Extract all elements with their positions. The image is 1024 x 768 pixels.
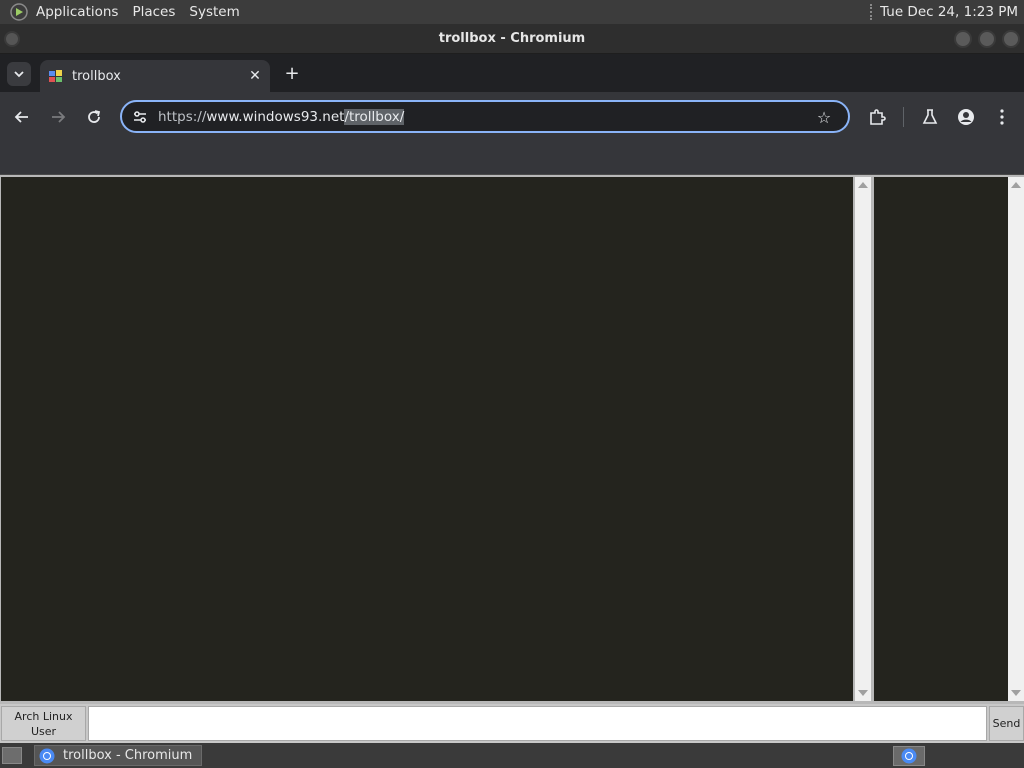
chromium-icon: [39, 748, 55, 763]
tab-trollbox[interactable]: trollbox ✕: [40, 60, 270, 92]
menu-applications[interactable]: Applications: [36, 4, 118, 20]
chevron-down-icon: [14, 71, 24, 78]
labs-button[interactable]: [918, 105, 942, 129]
url-scheme: https://: [158, 108, 207, 125]
site-info-button[interactable]: [130, 107, 150, 127]
taskbar-item-label: trollbox - Chromium: [63, 748, 193, 763]
message-input[interactable]: [88, 706, 987, 741]
flask-icon: [922, 109, 938, 124]
show-desktop-icon[interactable]: [2, 747, 22, 764]
taskbar-item-chromium[interactable]: trollbox - Chromium: [34, 745, 202, 766]
scroll-up-arrow-icon[interactable]: [1011, 182, 1021, 188]
window-title: trollbox - Chromium: [438, 31, 586, 46]
chat-messages[interactable]: [1, 177, 853, 701]
arrow-right-icon: [52, 111, 66, 123]
windows93-favicon-icon: [49, 70, 62, 82]
page-content: Arch Linux User Send: [0, 175, 1024, 743]
chat-scrollbar[interactable]: [855, 177, 871, 701]
browser-toolbar: https://www.windows93.net/trollbox/ ☆: [0, 92, 1024, 142]
panel-separator: [870, 4, 874, 20]
menu-system[interactable]: System: [189, 4, 239, 20]
browser-menu-button[interactable]: [990, 105, 1014, 129]
window-titlebar[interactable]: trollbox - Chromium: [0, 24, 1024, 54]
reload-icon: [88, 110, 101, 123]
forward-button[interactable]: [46, 105, 70, 129]
puzzle-icon: [870, 109, 886, 125]
url-path-selected: /trollbox/: [344, 108, 405, 125]
close-icon[interactable]: ✕: [246, 67, 264, 85]
chat-input-row: Arch Linux User Send: [0, 704, 1024, 743]
maximize-button[interactable]: [978, 30, 996, 48]
user-list-scrollbar[interactable]: [1008, 177, 1024, 701]
chromium-icon: [901, 748, 917, 764]
person-icon: [958, 109, 974, 125]
scroll-down-arrow-icon[interactable]: [858, 690, 868, 696]
close-window-button[interactable]: [1002, 30, 1020, 48]
scroll-up-arrow-icon[interactable]: [858, 182, 868, 188]
menu-places[interactable]: Places: [132, 4, 175, 20]
toolbar-divider: [903, 107, 904, 127]
window-controls: [954, 30, 1020, 48]
user-list[interactable]: [874, 177, 1008, 701]
window-menu-button[interactable]: [4, 31, 20, 47]
tray-chromium-icon[interactable]: [893, 746, 925, 766]
profile-button[interactable]: [954, 105, 978, 129]
extensions-button[interactable]: [865, 105, 889, 129]
top-panel: Applications Places System Tue Dec 24, 1…: [0, 0, 1024, 24]
arrow-left-icon: [14, 111, 28, 123]
panel-clock[interactable]: Tue Dec 24, 1:23 PM: [880, 4, 1018, 20]
minimize-button[interactable]: [954, 30, 972, 48]
tab-search-button[interactable]: [7, 62, 31, 86]
kebab-menu-icon: [1000, 109, 1004, 125]
plus-icon[interactable]: +: [282, 63, 302, 84]
tab-title: trollbox: [72, 68, 121, 84]
url-text[interactable]: https://www.windows93.net/trollbox/: [158, 108, 405, 125]
star-icon[interactable]: ☆: [814, 107, 834, 127]
bookmarks-area: [0, 142, 1024, 175]
address-bar[interactable]: https://www.windows93.net/trollbox/ ☆: [120, 100, 850, 133]
scroll-down-arrow-icon[interactable]: [1011, 690, 1021, 696]
url-host: www.windows93.net: [206, 108, 345, 125]
tab-strip: trollbox ✕ +: [0, 54, 1024, 92]
nickname-button[interactable]: Arch Linux User: [1, 706, 86, 741]
distro-logo-icon[interactable]: [8, 1, 30, 23]
reload-button[interactable]: [82, 105, 106, 129]
bottom-taskbar: trollbox - Chromium: [0, 743, 1024, 768]
send-button[interactable]: Send: [989, 706, 1024, 741]
tune-icon: [134, 110, 146, 123]
back-button[interactable]: [10, 105, 34, 129]
